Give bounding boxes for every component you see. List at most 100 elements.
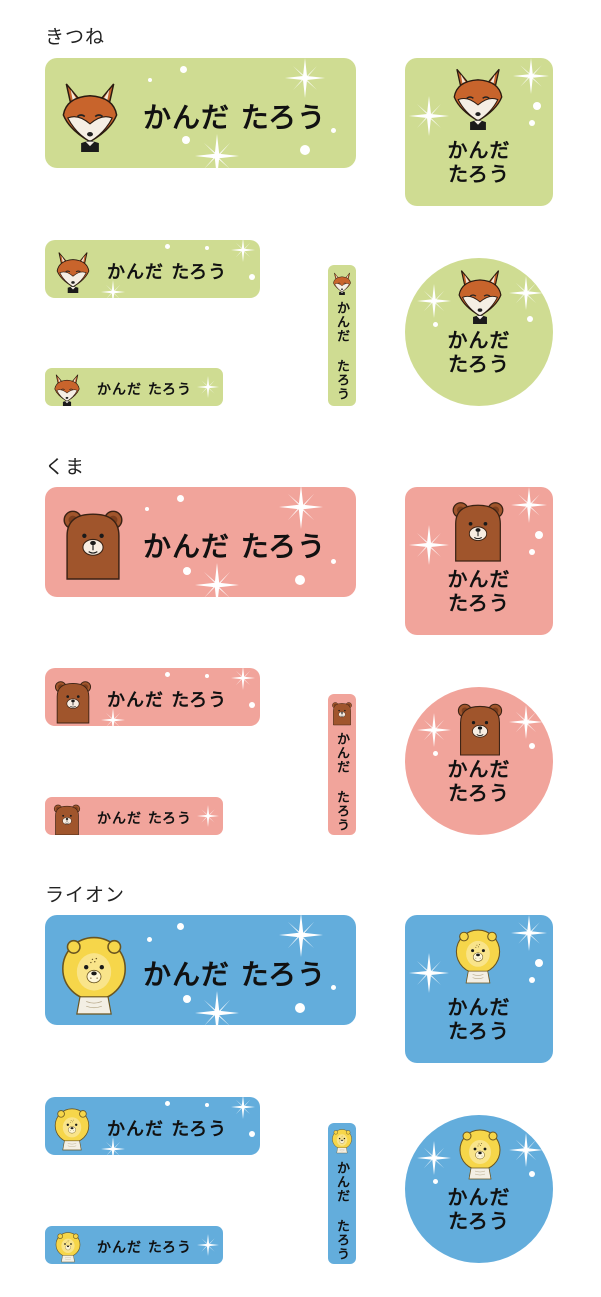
fox-icon [330, 271, 354, 295]
dot [300, 145, 310, 155]
sparkle-icon [417, 713, 451, 747]
label-name-line1: かんだ [447, 995, 511, 1019]
sparkle-icon [511, 915, 547, 951]
label-name: かんだ たろう [97, 811, 193, 827]
label-name-line2: たろう [448, 1019, 510, 1043]
sparkle-icon [101, 1137, 125, 1155]
sparkle-icon [101, 280, 125, 298]
dot [177, 923, 184, 930]
sparkle-icon [231, 1097, 255, 1119]
dot [533, 102, 541, 110]
label-name: かんだ たろう [334, 732, 349, 832]
sparkle-icon [101, 708, 125, 726]
lion-icon [51, 1103, 93, 1155]
sparkle-icon [409, 96, 449, 136]
dot [165, 1101, 170, 1106]
bear-icon [57, 501, 129, 585]
bear-label-small: かんだ たろう [45, 797, 223, 835]
label-name: かんだ たろう [107, 262, 228, 283]
lion-label-large: かんだ たろう [45, 915, 356, 1025]
dot [205, 246, 209, 250]
fox-label-medium: かんだ たろう [45, 240, 260, 298]
bear-label-round: かんだ たろう [405, 687, 553, 835]
dot [177, 495, 184, 502]
dot [165, 672, 170, 677]
label-name-line1: かんだ [447, 328, 511, 352]
dot [529, 549, 535, 555]
lion-icon [53, 1229, 83, 1264]
sparkle-icon [417, 1141, 451, 1175]
bear-icon [51, 676, 95, 726]
dot [331, 128, 336, 133]
label-name-stack: かんだ たろう [405, 757, 553, 805]
label-name-stack: かんだ たろう [405, 1185, 553, 1233]
dot [182, 136, 190, 144]
label-name: かんだ たろう [334, 1161, 349, 1261]
label-name: かんだ たろう [107, 690, 228, 711]
bear-label-medium: かんだ たろう [45, 668, 260, 726]
dot [331, 985, 336, 990]
dot [249, 1131, 255, 1137]
sparkle-icon [409, 525, 449, 565]
dot [205, 674, 209, 678]
sparkle-icon [279, 915, 323, 957]
dot [529, 120, 535, 126]
dot [529, 743, 535, 749]
lion-label-square: かんだ たろう [405, 915, 553, 1063]
sparkle-icon [509, 705, 543, 739]
dot [165, 244, 170, 249]
dot [180, 66, 187, 73]
label-name-line2: たろう [448, 591, 510, 615]
fox-icon [49, 372, 85, 406]
label-name-line1: かんだ [447, 757, 511, 781]
bear-icon [330, 700, 354, 726]
dot [183, 995, 191, 1003]
label-name-line1: かんだ [447, 138, 511, 162]
label-name: かんだ たろう [97, 1240, 193, 1256]
sparkle-icon [197, 805, 219, 827]
sparkle-icon [279, 487, 323, 529]
sparkle-icon [511, 487, 547, 523]
lion-label-small: かんだ たろう [45, 1226, 223, 1264]
bear-label-large: かんだ たろう [45, 487, 356, 597]
bear-label-vertical: かんだ たろう [328, 694, 356, 835]
fox-icon [451, 266, 509, 324]
label-name-line2: たろう [448, 352, 510, 376]
dot [295, 1003, 305, 1013]
bear-label-square: かんだ たろう [405, 487, 553, 635]
dot [529, 977, 535, 983]
sparkle-icon [509, 276, 543, 310]
label-name-line2: たろう [448, 781, 510, 805]
fox-label-large: かんだ たろう [45, 58, 356, 168]
label-name-line2: たろう [448, 1209, 510, 1233]
sparkle-icon [195, 563, 239, 597]
label-name-stack: かんだ たろう [405, 995, 553, 1043]
section-title-bear: くま [45, 456, 86, 478]
dot [527, 316, 533, 322]
sparkle-icon [509, 1133, 543, 1167]
sparkle-icon [417, 284, 451, 318]
label-name: かんだ たろう [143, 530, 327, 563]
bear-icon [453, 699, 507, 757]
dot [183, 567, 191, 575]
lion-icon [455, 1123, 505, 1185]
dot [295, 575, 305, 585]
fox-icon [53, 78, 127, 152]
dot [331, 559, 336, 564]
lion-label-medium: かんだ たろう [45, 1097, 260, 1155]
label-name-stack: かんだ たろう [405, 328, 553, 376]
fox-label-small: かんだ たろう [45, 368, 223, 406]
dot [535, 959, 543, 967]
label-name-stack: かんだ たろう [405, 138, 553, 186]
label-name: かんだ たろう [143, 958, 327, 991]
label-name-line1: かんだ [447, 567, 511, 591]
label-name: かんだ たろう [143, 101, 327, 134]
sparkle-icon [231, 668, 255, 690]
dot [433, 322, 438, 327]
lion-icon [451, 923, 505, 989]
section-title-lion: ライオン [45, 884, 126, 906]
lion-icon [55, 929, 133, 1021]
dot [249, 702, 255, 708]
sparkle-icon [195, 134, 239, 168]
lion-label-round: かんだ たろう [405, 1115, 553, 1263]
